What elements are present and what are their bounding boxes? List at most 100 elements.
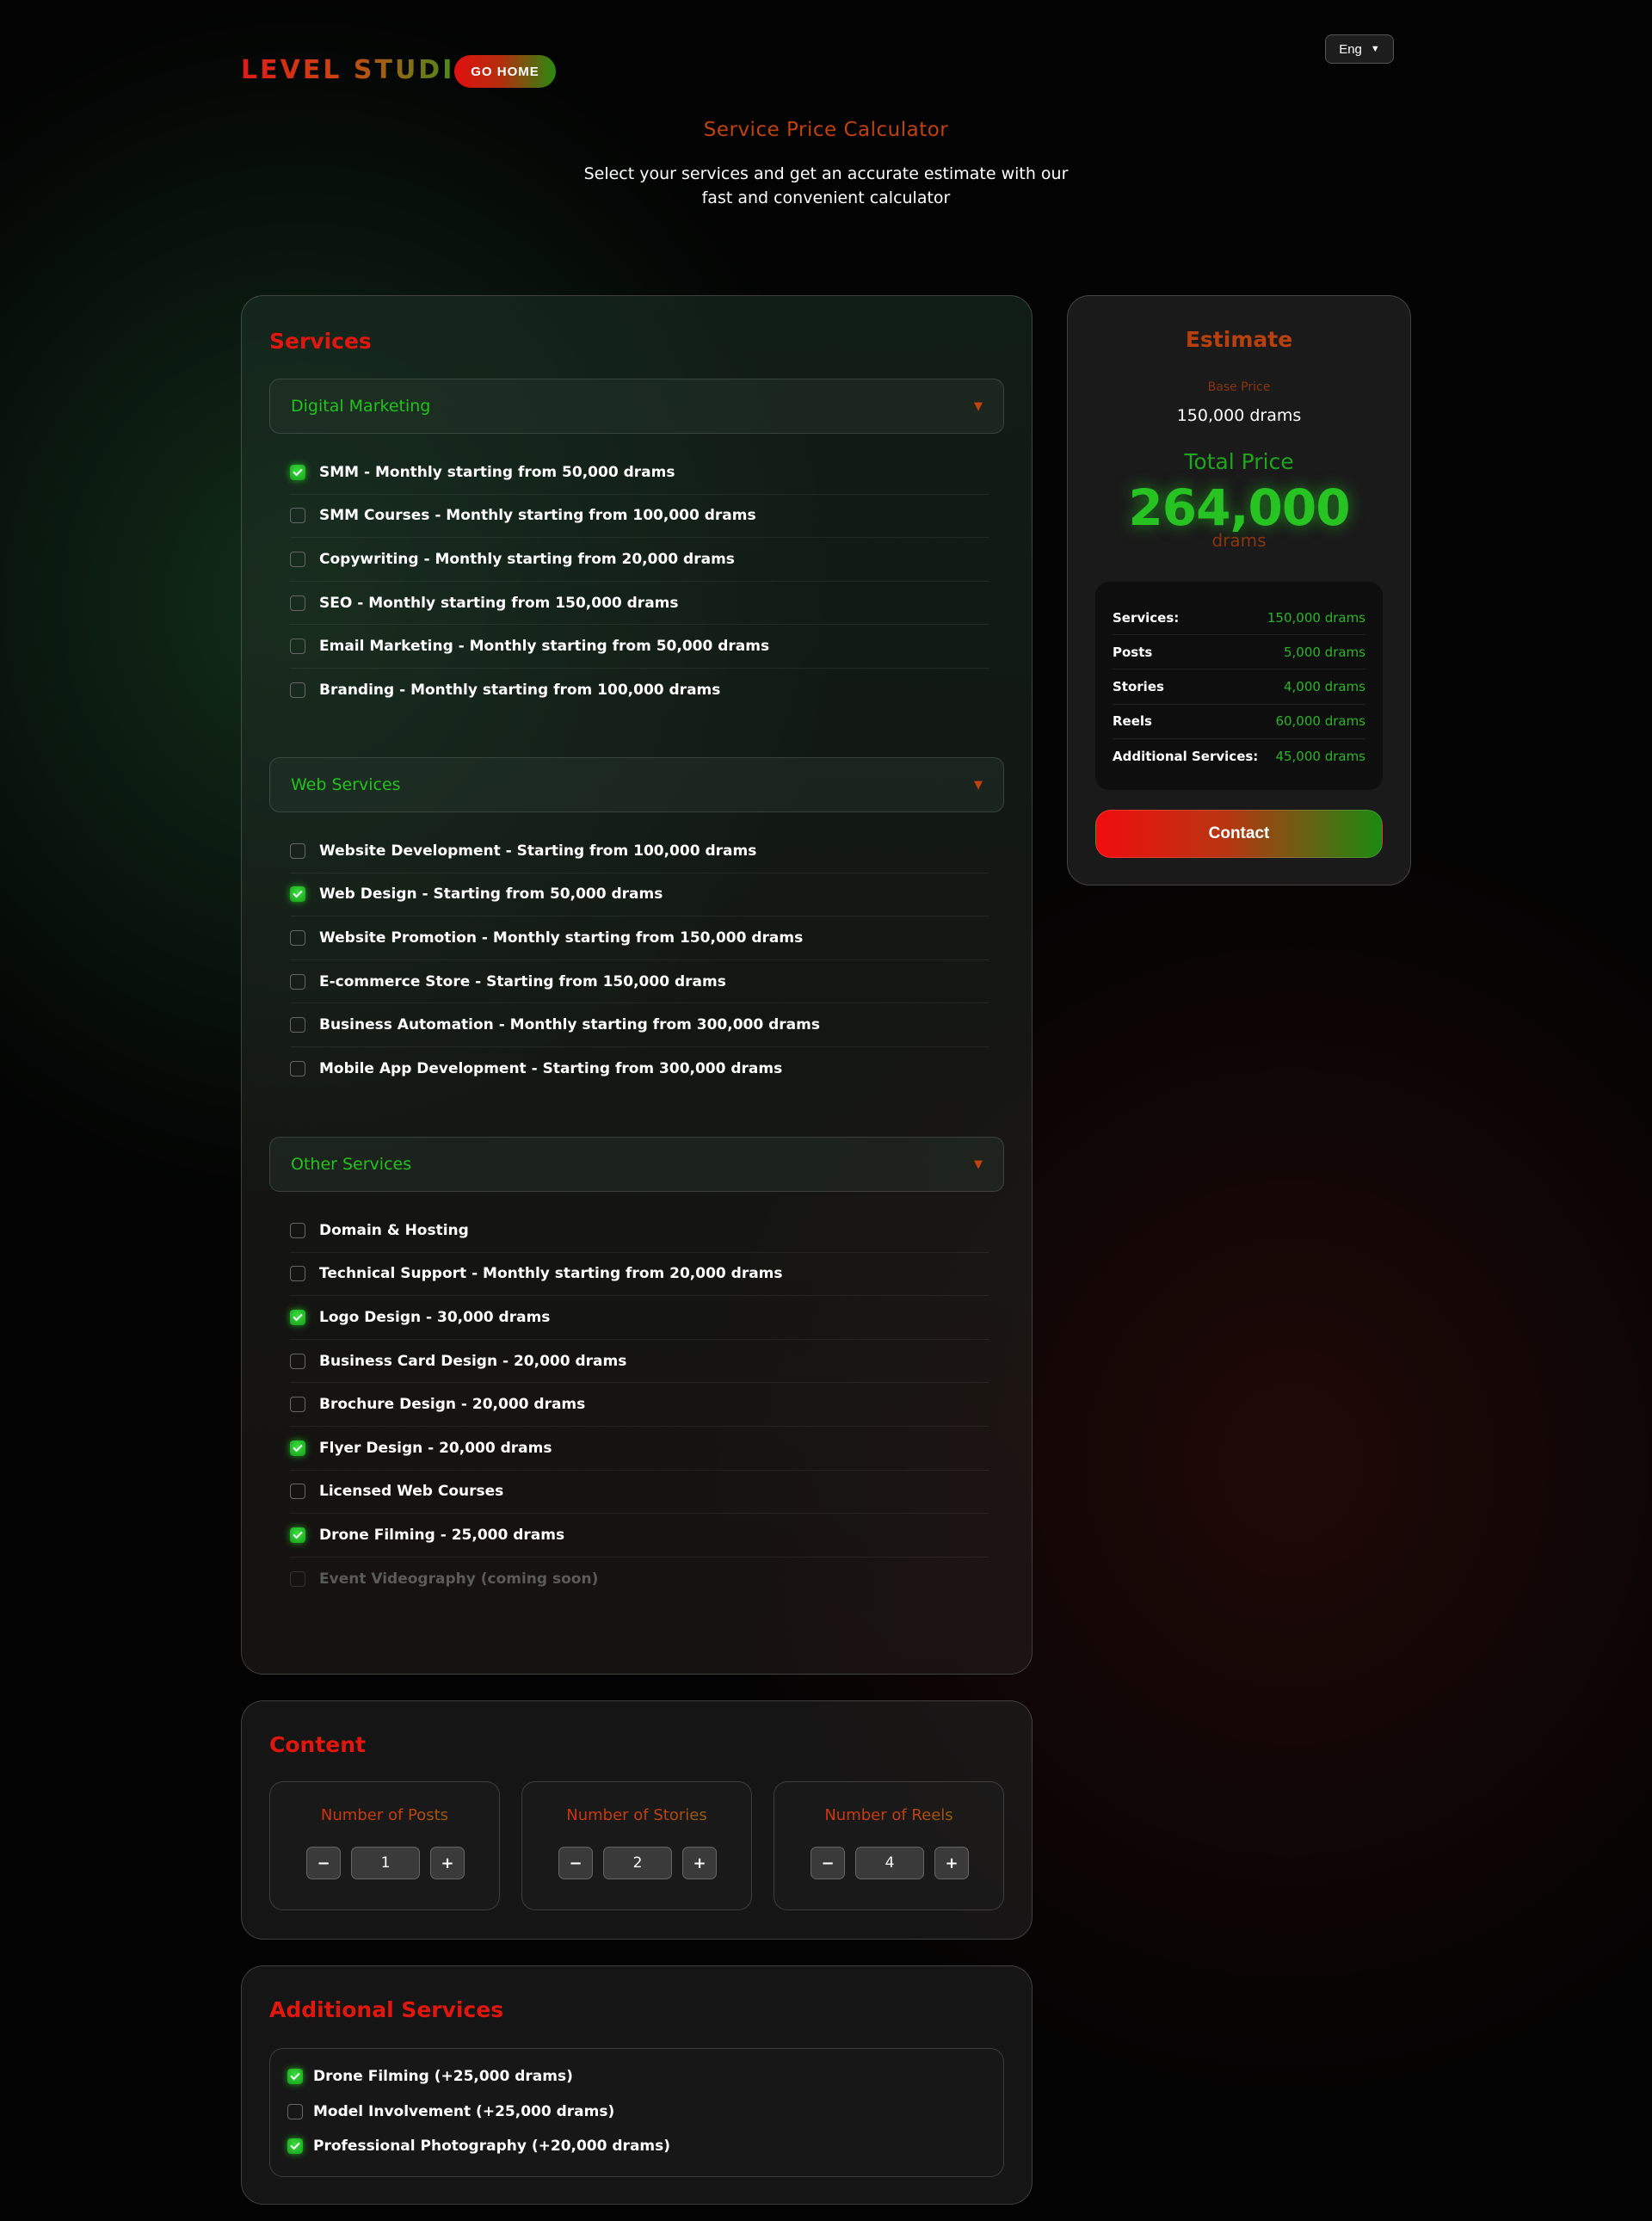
stories-counter: Number of Stories − 2 + (521, 1781, 752, 1910)
group-label: Digital Marketing (291, 397, 431, 416)
option-business-automation[interactable]: Business Automation - Monthly starting f… (290, 1003, 989, 1047)
checkbox[interactable] (287, 2103, 303, 2119)
option-mobile-app-development[interactable]: Mobile App Development - Starting from 3… (290, 1047, 989, 1091)
checkbox[interactable] (290, 1484, 305, 1500)
checkbox-checked[interactable] (290, 886, 305, 903)
option-label: Flyer Design - 20,000 drams (319, 1439, 552, 1457)
option-model-involvement[interactable]: Model Involvement (+25,000 drams) (287, 2095, 986, 2130)
increment-button[interactable]: + (682, 1847, 717, 1879)
group-label: Web Services (291, 775, 401, 794)
reels-counter: Number of Reels − 4 + (774, 1781, 1004, 1910)
go-home-button[interactable]: GO HOME (454, 55, 556, 88)
group-header-other-services[interactable]: Other Services ▼ (269, 1137, 1004, 1192)
posts-stepper: − 1 + (306, 1846, 465, 1880)
posts-count-input[interactable]: 1 (351, 1847, 420, 1879)
total-price-unit: drams (1211, 530, 1267, 551)
option-label: Domain & Hosting (319, 1221, 469, 1239)
checkbox[interactable] (290, 973, 305, 990)
breakdown-row-stories: Stories 4,000 drams (1113, 669, 1365, 705)
total-price-value: 264,000 (1128, 478, 1350, 537)
group-header-web-services[interactable]: Web Services ▼ (269, 757, 1004, 812)
option-logo-design[interactable]: Logo Design - 30,000 drams (290, 1296, 989, 1340)
counter-label: Number of Stories (522, 1806, 751, 1824)
breakdown-value: 60,000 drams (1275, 713, 1365, 730)
option-web-design[interactable]: Web Design - Starting from 50,000 drams (290, 873, 989, 917)
checkbox[interactable] (290, 595, 305, 611)
content-title: Content (269, 1732, 366, 1757)
option-label: Copywriting - Monthly starting from 20,0… (319, 550, 735, 568)
checkbox[interactable] (290, 682, 305, 699)
option-flyer-design[interactable]: Flyer Design - 20,000 drams (290, 1427, 989, 1471)
option-label: Drone Filming - 25,000 drams (319, 1526, 565, 1544)
checkbox-checked[interactable] (290, 1527, 305, 1543)
reels-count-input[interactable]: 4 (855, 1847, 924, 1879)
breakdown-label: Stories (1113, 678, 1164, 694)
checkbox[interactable] (290, 929, 305, 946)
chevron-down-icon: ▼ (1370, 44, 1380, 54)
option-drone-filming[interactable]: Drone Filming - 25,000 drams (290, 1514, 989, 1558)
checkbox[interactable] (290, 1222, 305, 1238)
option-business-card-design[interactable]: Business Card Design - 20,000 drams (290, 1340, 989, 1384)
option-label: Business Automation - Monthly starting f… (319, 1016, 820, 1034)
checkbox-checked[interactable] (287, 2069, 303, 2085)
breakdown-value: 45,000 drams (1275, 748, 1365, 764)
base-price-value: 150,000 drams (1176, 406, 1302, 425)
checkbox[interactable] (290, 1397, 305, 1413)
decrement-button[interactable]: − (558, 1847, 593, 1879)
checkbox[interactable] (290, 1353, 305, 1369)
option-label: Email Marketing - Monthly starting from … (319, 638, 770, 656)
option-label: Drone Filming (+25,000 drams) (313, 2068, 573, 2086)
option-seo[interactable]: SEO - Monthly starting from 150,000 dram… (290, 582, 989, 626)
breakdown-row-reels: Reels 60,000 drams (1113, 705, 1365, 739)
checkbox[interactable] (290, 508, 305, 524)
option-label: Website Development - Starting from 100,… (319, 842, 757, 860)
chevron-down-icon: ▼ (974, 1157, 983, 1171)
checkbox[interactable] (290, 842, 305, 859)
checkbox-checked[interactable] (290, 1440, 305, 1456)
option-website-promotion[interactable]: Website Promotion - Monthly starting fro… (290, 916, 989, 960)
option-domain-hosting[interactable]: Domain & Hosting (290, 1209, 989, 1253)
breakdown-row-additional: Additional Services: 45,000 drams (1113, 739, 1365, 774)
increment-button[interactable]: + (430, 1847, 465, 1879)
option-label: Website Promotion - Monthly starting fro… (319, 929, 804, 947)
group-header-digital-marketing[interactable]: Digital Marketing ▼ (269, 379, 1004, 434)
page-subtitle: Select your services and get an accurate… (583, 164, 1069, 207)
option-branding[interactable]: Branding - Monthly starting from 100,000… (290, 669, 989, 713)
posts-counter: Number of Posts − 1 + (269, 1781, 500, 1910)
option-drone-filming[interactable]: Drone Filming (+25,000 drams) (287, 2059, 986, 2095)
checkbox[interactable] (290, 1061, 305, 1077)
group-label: Other Services (291, 1155, 412, 1174)
language-selector[interactable]: Eng ▼ (1325, 34, 1394, 64)
option-label: Branding - Monthly starting from 100,000… (319, 682, 721, 700)
option-copywriting[interactable]: Copywriting - Monthly starting from 20,0… (290, 538, 989, 582)
counter-label: Number of Reels (774, 1806, 1003, 1824)
checkbox[interactable] (290, 1017, 305, 1033)
option-website-development[interactable]: Website Development - Starting from 100,… (290, 830, 989, 873)
option-label: Model Involvement (+25,000 drams) (313, 2102, 615, 2120)
estimate-title: Estimate (1185, 327, 1293, 352)
checkbox-checked[interactable] (290, 1309, 305, 1325)
decrement-button[interactable]: − (306, 1847, 341, 1879)
increment-button[interactable]: + (934, 1847, 969, 1879)
option-technical-support[interactable]: Technical Support - Monthly starting fro… (290, 1253, 989, 1297)
contact-button[interactable]: Contact (1095, 810, 1383, 858)
option-email-marketing[interactable]: Email Marketing - Monthly starting from … (290, 625, 989, 669)
option-licensed-web-courses[interactable]: Licensed Web Courses (290, 1471, 989, 1515)
option-e-commerce-store[interactable]: E-commerce Store - Starting from 150,000… (290, 960, 989, 1004)
checkbox[interactable] (290, 551, 305, 567)
total-price-label: Total Price (1184, 449, 1294, 474)
option-label: Web Design - Starting from 50,000 drams (319, 885, 663, 904)
decrement-button[interactable]: − (811, 1847, 845, 1879)
option-smm-courses[interactable]: SMM Courses - Monthly starting from 100,… (290, 495, 989, 539)
stories-count-input[interactable]: 2 (603, 1847, 672, 1879)
option-smm[interactable]: SMM - Monthly starting from 50,000 drams (290, 451, 989, 495)
checkbox-checked[interactable] (290, 464, 305, 480)
checkbox[interactable] (290, 639, 305, 655)
checkbox (290, 1571, 305, 1588)
option-brochure-design[interactable]: Brochure Design - 20,000 drams (290, 1383, 989, 1427)
option-professional-photography[interactable]: Professional Photography (+20,000 drams) (287, 2129, 986, 2164)
option-list-other-services: Domain & Hosting Technical Support - Mont… (290, 1209, 989, 1601)
checkbox[interactable] (290, 1266, 305, 1282)
checkbox-checked[interactable] (287, 2138, 303, 2155)
logo[interactable]: LEVEL STUDIO (241, 55, 479, 85)
